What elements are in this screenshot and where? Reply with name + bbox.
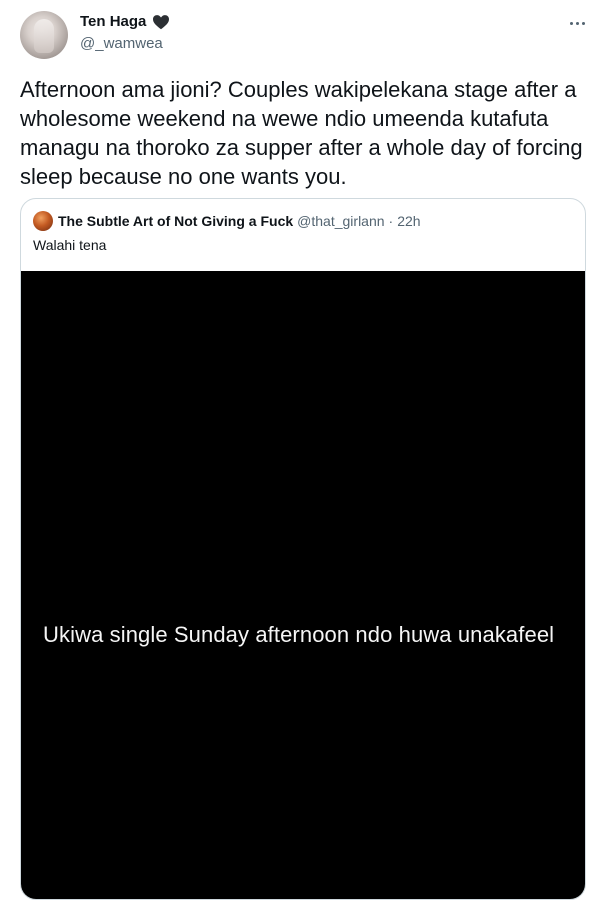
video-caption: Ukiwa single Sunday afternoon ndo huwa u… xyxy=(43,622,555,647)
author-handle[interactable]: @_wamwea xyxy=(80,35,163,52)
author-avatar[interactable] xyxy=(20,11,68,59)
tweet-text: Afternoon ama jioni? Couples wakipelekan… xyxy=(20,77,583,189)
tweet: Ten Haga @_wamwea Afternoon ama jioni? C… xyxy=(0,0,610,900)
avatar-figure xyxy=(34,19,54,53)
quoted-tweet-time[interactable]: 22h xyxy=(397,213,420,229)
quoted-tweet-video[interactable]: Ukiwa single Sunday afternoon ndo huwa u… xyxy=(21,271,585,899)
author-display-name[interactable]: Ten Haga xyxy=(80,13,146,30)
quoted-author-handle[interactable]: @that_girlann xyxy=(297,213,384,229)
quoted-tweet-card[interactable]: The Subtle Art of Not Giving a Fuck @tha… xyxy=(20,198,586,900)
black-heart-icon xyxy=(152,14,169,30)
separator-dot: · xyxy=(388,213,394,229)
quoted-author-avatar[interactable] xyxy=(33,211,53,231)
more-options-icon[interactable] xyxy=(566,13,588,33)
quoted-author-name[interactable]: The Subtle Art of Not Giving a Fuck xyxy=(58,213,293,229)
author-name-row[interactable]: Ten Haga xyxy=(80,13,170,31)
quoted-tweet-header: The Subtle Art of Not Giving a Fuck @tha… xyxy=(33,211,421,231)
quoted-tweet-text: Walahi tena xyxy=(33,237,107,253)
